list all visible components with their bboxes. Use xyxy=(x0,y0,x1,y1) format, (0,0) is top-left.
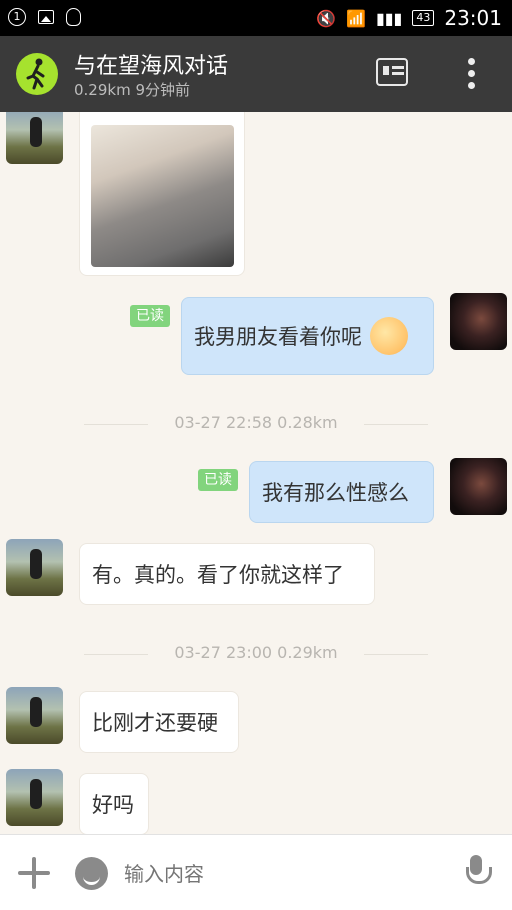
emoji-icon[interactable] xyxy=(75,857,108,890)
message-text: 比刚才还要硬 xyxy=(92,711,218,735)
status-bar: 1 🔇 📶 ▮▮▮ 43 23:01 xyxy=(0,0,512,36)
avatar[interactable] xyxy=(6,112,63,164)
image-message[interactable] xyxy=(79,112,245,276)
avatar[interactable] xyxy=(6,539,63,596)
input-bar xyxy=(0,834,512,910)
wifi-icon: 📶 xyxy=(346,8,366,28)
qq-icon xyxy=(66,8,81,26)
read-badge: 已读 xyxy=(198,469,238,491)
avatar[interactable] xyxy=(6,769,63,826)
message-bubble[interactable]: 比刚才还要硬 xyxy=(79,691,239,753)
photo[interactable] xyxy=(91,125,234,267)
chat-subtitle: 0.29km 9分钟前 xyxy=(74,81,191,99)
image-notification-icon xyxy=(38,10,54,24)
battery-icon: 43 xyxy=(412,10,435,26)
walking-person-icon[interactable] xyxy=(16,53,58,95)
message-text: 好吗 xyxy=(92,793,134,817)
profile-card-icon[interactable] xyxy=(376,58,408,86)
mute-icon: 🔇 xyxy=(316,8,337,28)
clock: 23:01 xyxy=(444,6,502,30)
signal-icon: ▮▮▮ xyxy=(375,8,403,28)
message-bubble[interactable]: 我男朋友看着你呢 xyxy=(181,297,434,375)
time-separator: 03-27 23:00 0.29km xyxy=(84,643,428,665)
message-list[interactable]: 已读 我男朋友看着你呢 03-27 22:58 0.28km 已读 我有那么性感… xyxy=(0,112,512,834)
shy-emoji-icon xyxy=(370,317,408,355)
message-bubble[interactable]: 好吗 xyxy=(79,773,149,834)
time-separator: 03-27 22:58 0.28km xyxy=(84,413,428,435)
message-text: 我有那么性感么 xyxy=(262,481,409,505)
chat-title: 与在望海风对话 xyxy=(74,54,229,79)
microphone-icon[interactable] xyxy=(465,855,492,891)
message-input[interactable] xyxy=(124,859,444,889)
read-badge: 已读 xyxy=(130,305,170,327)
avatar[interactable] xyxy=(450,293,507,350)
message-bubble[interactable]: 我有那么性感么 xyxy=(249,461,434,523)
message-text: 我男朋友看着你呢 xyxy=(194,325,362,349)
avatar[interactable] xyxy=(6,687,63,744)
more-options-icon[interactable] xyxy=(467,58,477,90)
plus-icon[interactable] xyxy=(18,857,50,889)
message-text: 有。真的。看了你就这样了 xyxy=(92,563,344,587)
avatar[interactable] xyxy=(450,458,507,515)
message-bubble[interactable]: 有。真的。看了你就这样了 xyxy=(79,543,375,605)
chat-header: 与在望海风对话 0.29km 9分钟前 xyxy=(0,36,512,112)
notification-count-icon: 1 xyxy=(8,8,26,26)
